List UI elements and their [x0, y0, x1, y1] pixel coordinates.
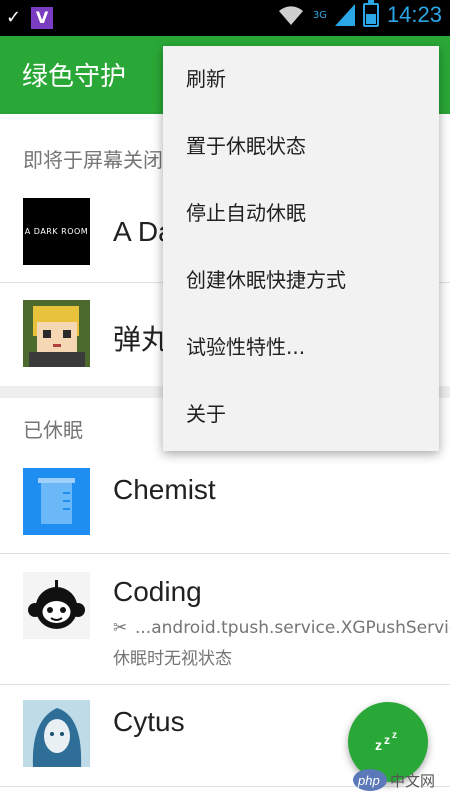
beaker-icon	[23, 468, 90, 535]
watermark-logo: php 中文网	[352, 766, 444, 794]
scissors-icon: ✂	[113, 618, 128, 638]
menu-item-refresh[interactable]: 刷新	[163, 46, 439, 113]
divider	[0, 553, 450, 554]
app-name: 弹丸	[113, 324, 170, 355]
wifi-icon	[278, 6, 303, 25]
list-item[interactable]: Chemist	[0, 468, 450, 552]
menu-item-experimental[interactable]: 试验性特性...	[163, 314, 439, 381]
svg-text:php: php	[357, 773, 380, 788]
svg-text:z: z	[384, 733, 390, 747]
divider	[0, 684, 450, 685]
status-bar: ✓ V 3G 14:23	[0, 0, 450, 36]
svg-text:z: z	[392, 730, 397, 741]
svg-text:中文网: 中文网	[390, 772, 435, 790]
menu-item-create-shortcut[interactable]: 创建休眠快捷方式	[163, 247, 439, 314]
v-app-icon: V	[31, 7, 54, 29]
icon-text: A DARK ROOM	[24, 227, 89, 236]
cytus-girl-icon	[23, 700, 90, 767]
service-name: ...android.tpush.service.XGPushServic	[135, 618, 450, 638]
signal-icon	[334, 4, 355, 26]
app-title: 绿色守护	[22, 62, 127, 92]
svg-text:z: z	[375, 737, 382, 753]
dark-room-icon: A DARK ROOM	[23, 198, 90, 265]
menu-item-about[interactable]: 关于	[163, 381, 439, 448]
app-name: Chemist	[113, 474, 216, 505]
network-type: 3G	[312, 9, 327, 21]
overflow-menu: 刷新 置于休眠状态 停止自动休眠 创建休眠快捷方式 试验性特性... 关于	[163, 46, 439, 451]
app-name: Coding	[113, 576, 202, 607]
menu-item-hibernate[interactable]: 置于休眠状态	[163, 113, 439, 180]
section-header-pending: 即将于屏幕关闭	[23, 148, 163, 172]
monkey-icon	[23, 572, 90, 639]
app-name: Cytus	[113, 706, 185, 737]
check-icon: ✓	[6, 7, 22, 28]
app-service-line: ✂ ...android.tpush.service.XGPushServic	[113, 618, 450, 638]
list-item[interactable]: Coding ✂ ...android.tpush.service.XGPushS…	[0, 572, 450, 682]
clock: 14:23	[386, 2, 442, 27]
app-status-line: 休眠时无视状态	[113, 649, 232, 669]
battery-icon	[362, 0, 379, 27]
pixel-anime-icon	[23, 300, 90, 367]
section-header-hibernated: 已休眠	[23, 418, 83, 442]
menu-item-stop-auto[interactable]: 停止自动休眠	[163, 180, 439, 247]
